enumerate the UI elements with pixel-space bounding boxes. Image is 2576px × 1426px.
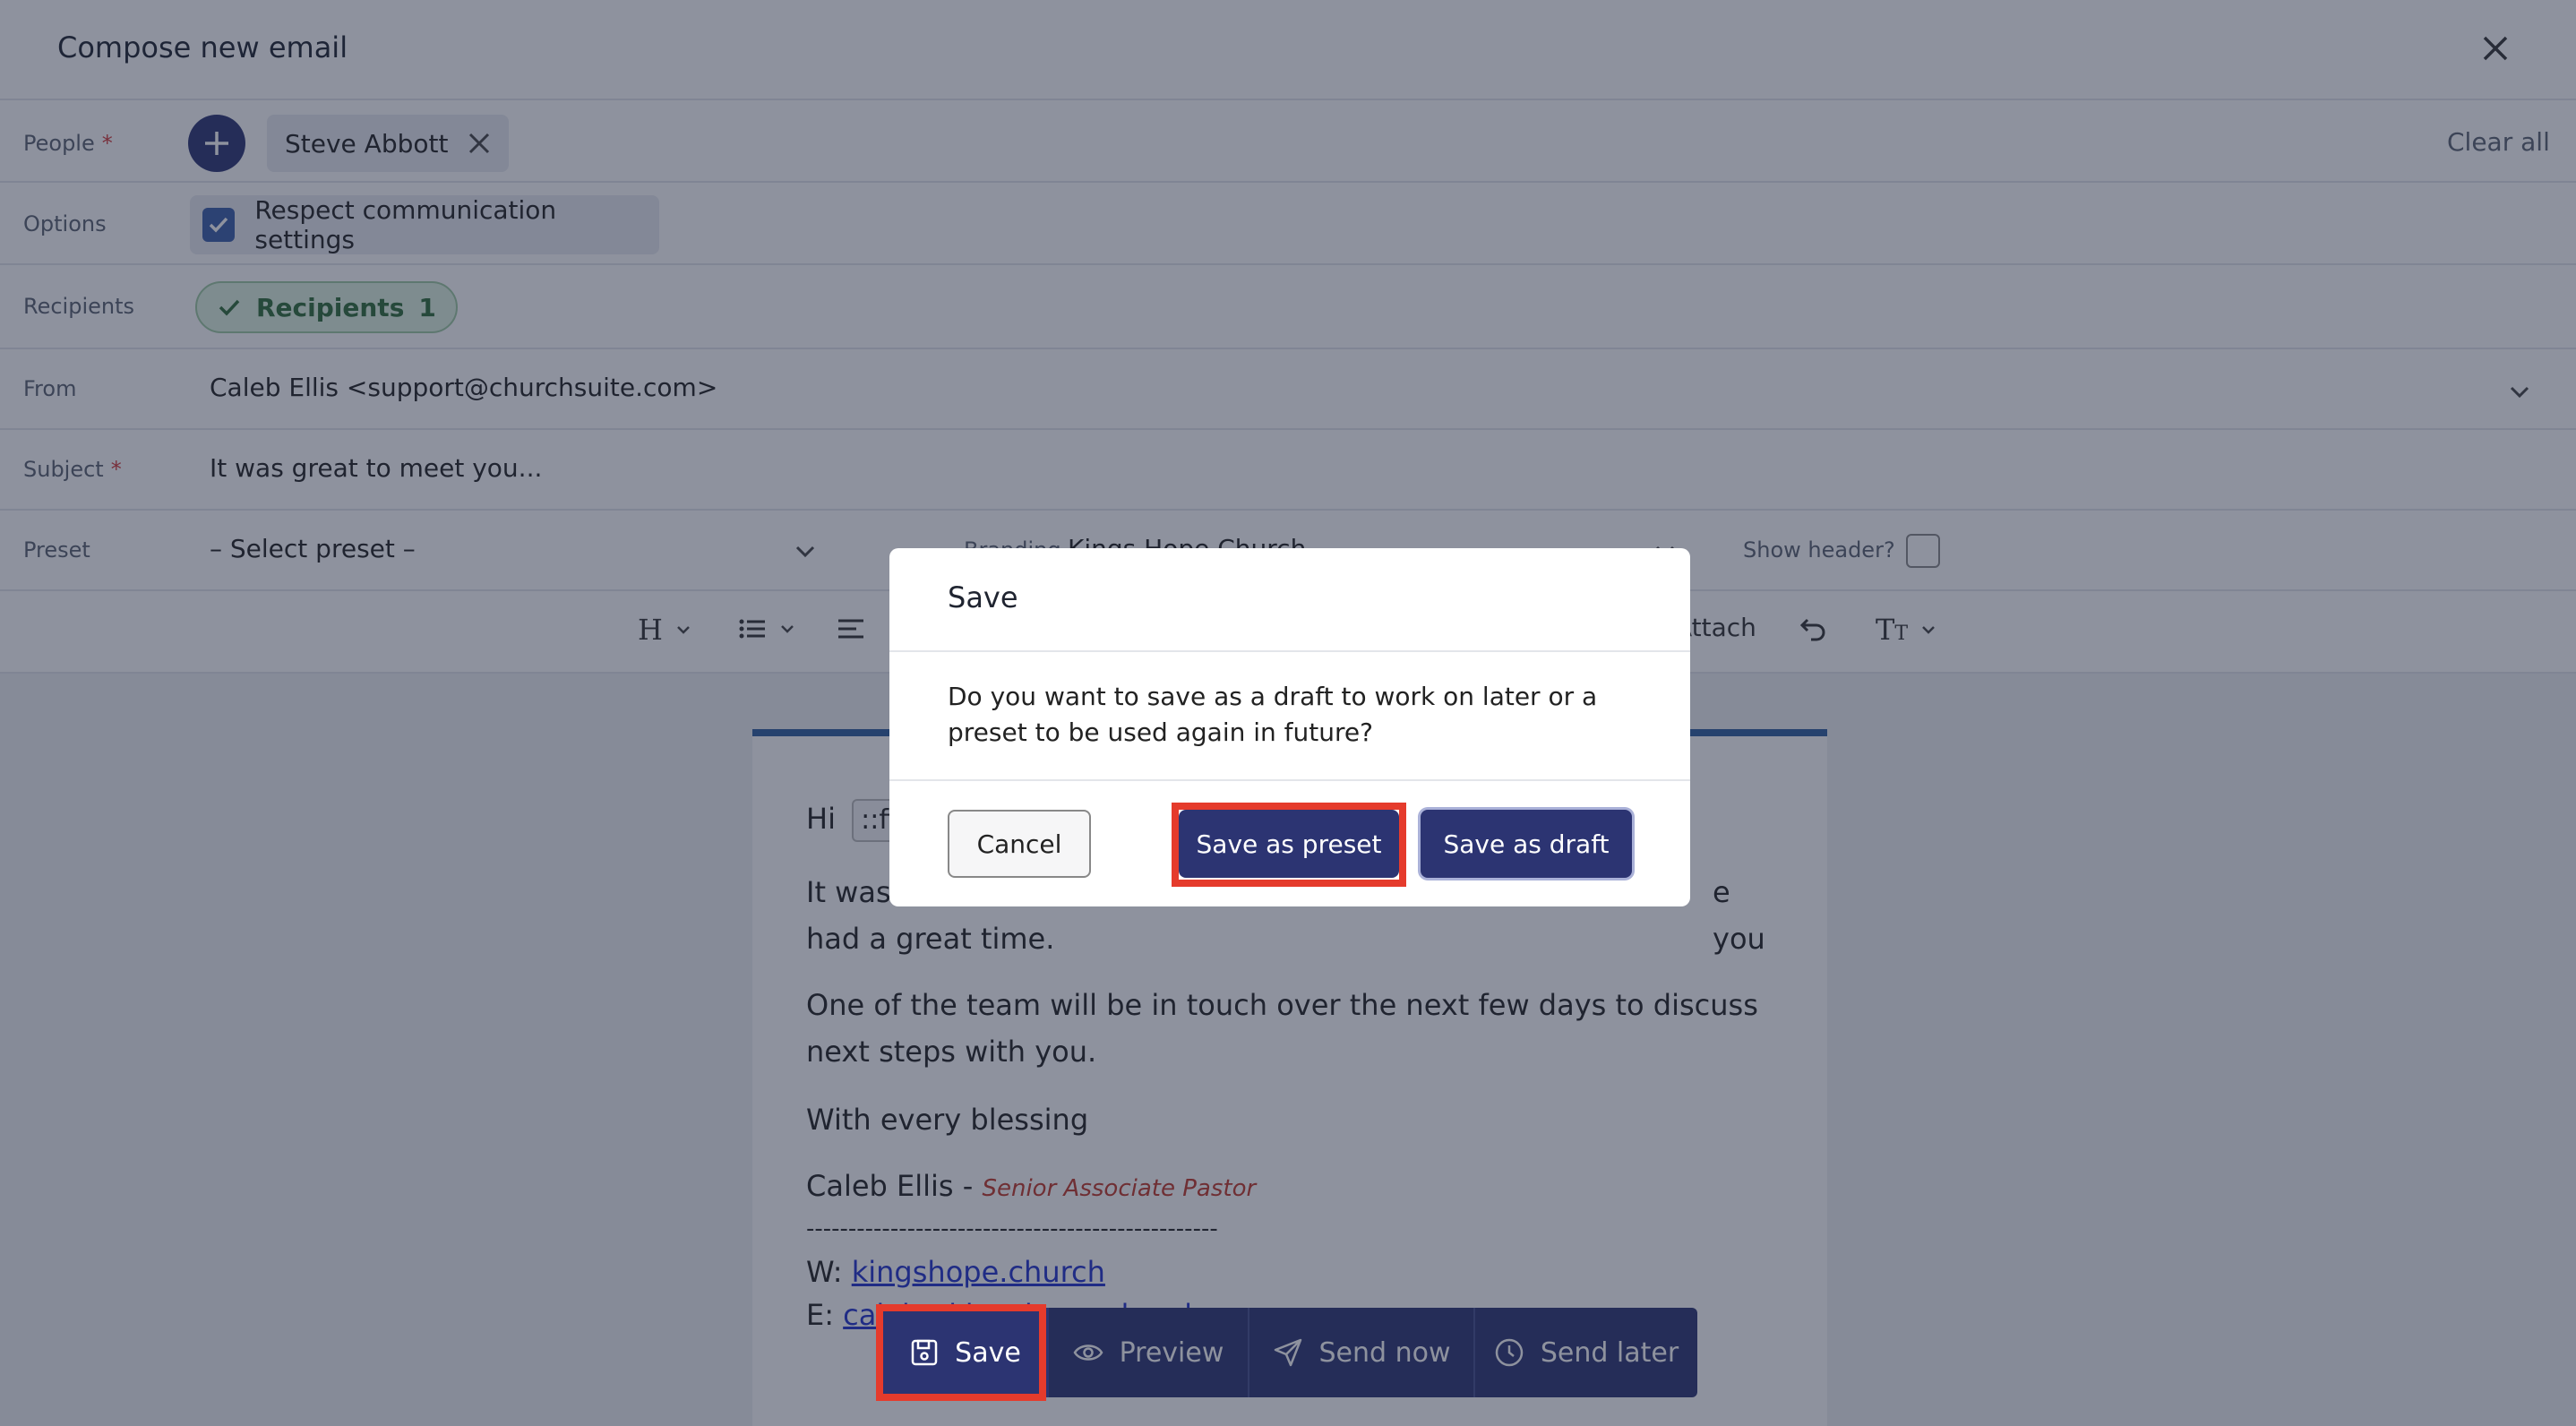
modal-divider bbox=[889, 779, 1690, 781]
compose-email-window: Compose new email People* Steve Abbott C… bbox=[0, 0, 2576, 1426]
save-highlight-box bbox=[876, 1304, 1046, 1401]
modal-title: Save bbox=[948, 580, 1018, 614]
save-preset-highlight-box bbox=[1172, 803, 1406, 887]
modal-message: Do you want to save as a draft to work o… bbox=[948, 682, 1598, 747]
save-modal: Save Do you want to save as a draft to w… bbox=[889, 548, 1690, 906]
cancel-button[interactable]: Cancel bbox=[948, 810, 1091, 878]
save-as-draft-button[interactable]: Save as draft bbox=[1421, 810, 1632, 878]
modal-divider bbox=[889, 650, 1690, 652]
